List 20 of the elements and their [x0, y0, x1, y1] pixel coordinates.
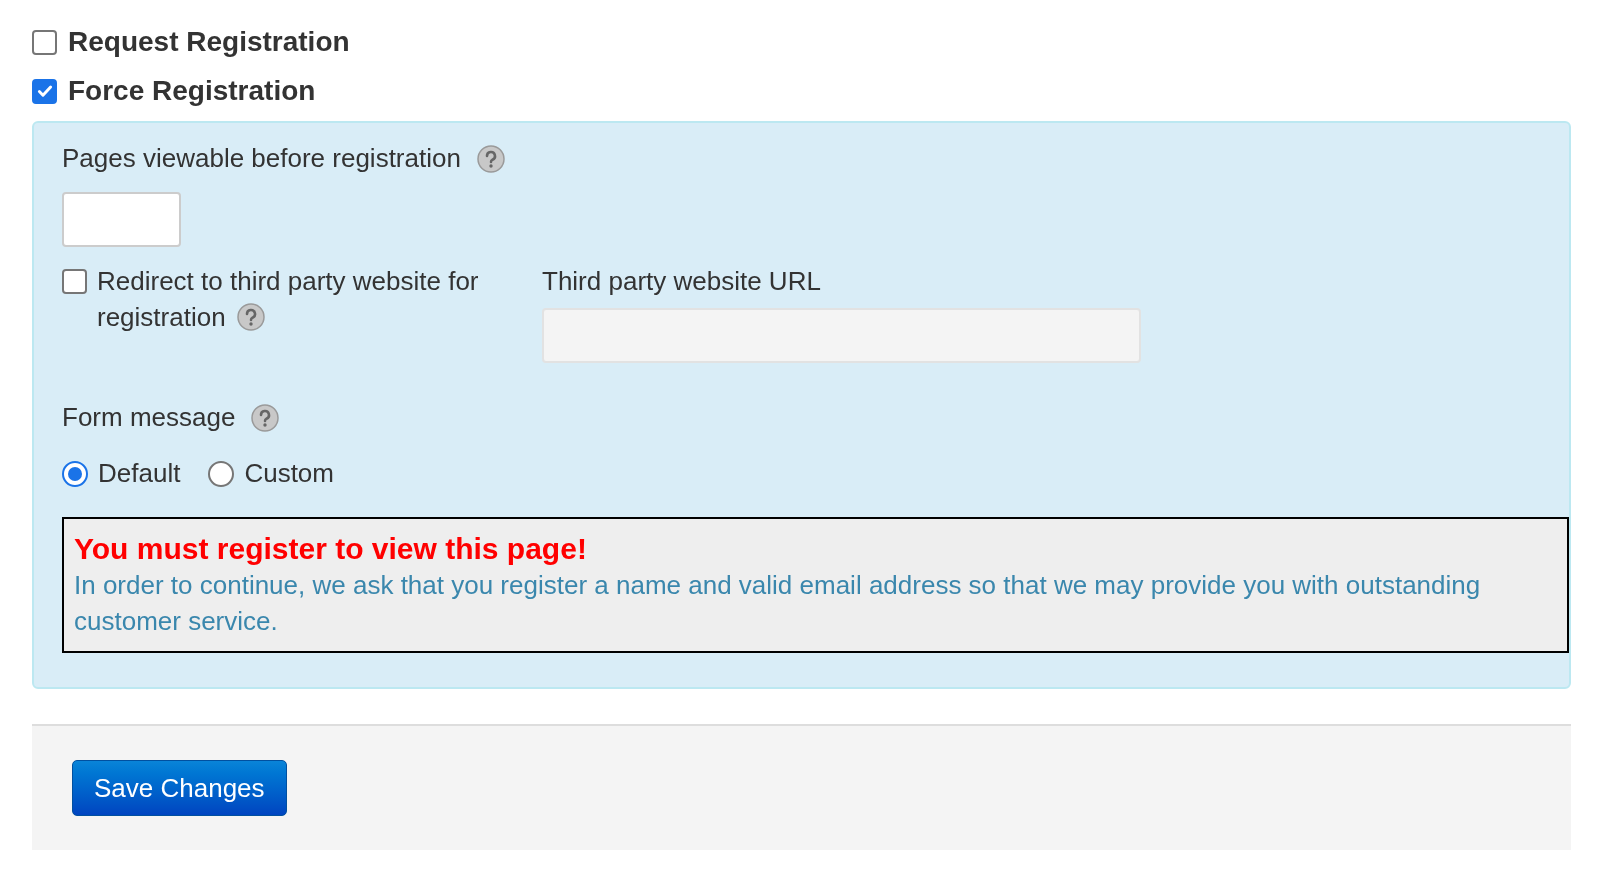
option-label[interactable]: Force Registration — [68, 77, 316, 105]
help-icon[interactable] — [476, 144, 505, 173]
save-button[interactable]: Save Changes — [72, 760, 287, 816]
checkbox-label[interactable]: Redirect to third party website for registration — [97, 263, 497, 335]
checkbox[interactable] — [62, 269, 87, 294]
message-heading: You must register to view this page! — [74, 531, 588, 567]
field-label: Form message — [62, 401, 236, 434]
radio-label[interactable]: Custom — [244, 454, 334, 493]
radio-button[interactable] — [62, 460, 88, 487]
checkbox[interactable] — [32, 29, 57, 55]
help-icon[interactable] — [237, 303, 265, 331]
help-icon[interactable] — [251, 403, 280, 432]
checkbox[interactable] — [32, 78, 57, 104]
radio-button[interactable] — [208, 460, 235, 487]
field-label: Pages viewable before registration — [62, 142, 461, 175]
option-label[interactable]: Request Registration — [68, 28, 350, 56]
input-field[interactable] — [62, 192, 181, 247]
field-label: Third party website URL — [542, 265, 821, 298]
radio-label[interactable]: Default — [98, 454, 181, 493]
message-text: In order to continue, we ask that you register a name and valid email address so that we may provide you with outstanding customer service. — [74, 569, 1482, 638]
